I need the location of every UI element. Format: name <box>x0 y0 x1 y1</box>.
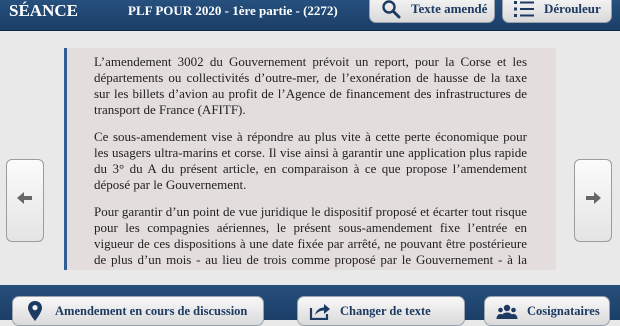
arrow-right-icon <box>585 191 601 210</box>
amendment-text-panel: L’amendement 3002 du Gouvernement prévoi… <box>64 48 556 270</box>
texte-amende-label: Texte amendé <box>411 0 488 16</box>
cosignataires-button[interactable]: Cosignataires <box>484 296 610 326</box>
list-icon <box>512 0 536 19</box>
share-icon <box>308 300 332 322</box>
changer-de-texte-label: Changer de texte <box>340 303 431 318</box>
location-pin-icon <box>23 300 47 322</box>
paragraph: Ce sous-amendement vise à répondre au pl… <box>94 129 527 192</box>
derouleur-label: Dérouleur <box>544 0 601 16</box>
texte-amende-button[interactable]: Texte amendé <box>369 0 495 23</box>
changer-de-texte-button[interactable]: Changer de texte <box>297 296 465 326</box>
cosignataires-label: Cosignataires <box>527 303 600 318</box>
next-button[interactable] <box>574 159 612 242</box>
seance-label: SÉANCE <box>9 1 78 20</box>
amendement-en-cours-label: Amendement en cours de discussion <box>55 303 248 318</box>
search-icon <box>379 0 403 19</box>
paragraph: L’amendement 3002 du Gouvernement prévoi… <box>94 54 527 117</box>
derouleur-button[interactable]: Dérouleur <box>502 0 612 23</box>
group-icon <box>495 300 519 322</box>
amendement-en-cours-button[interactable]: Amendement en cours de discussion <box>12 296 264 326</box>
arrow-left-icon <box>17 191 33 210</box>
page-title: PLF POUR 2020 - 1ère partie - (2272) <box>128 3 338 18</box>
paragraph: Pour garantir d’un point de vue juridiqu… <box>94 204 527 270</box>
previous-button[interactable] <box>6 159 44 242</box>
